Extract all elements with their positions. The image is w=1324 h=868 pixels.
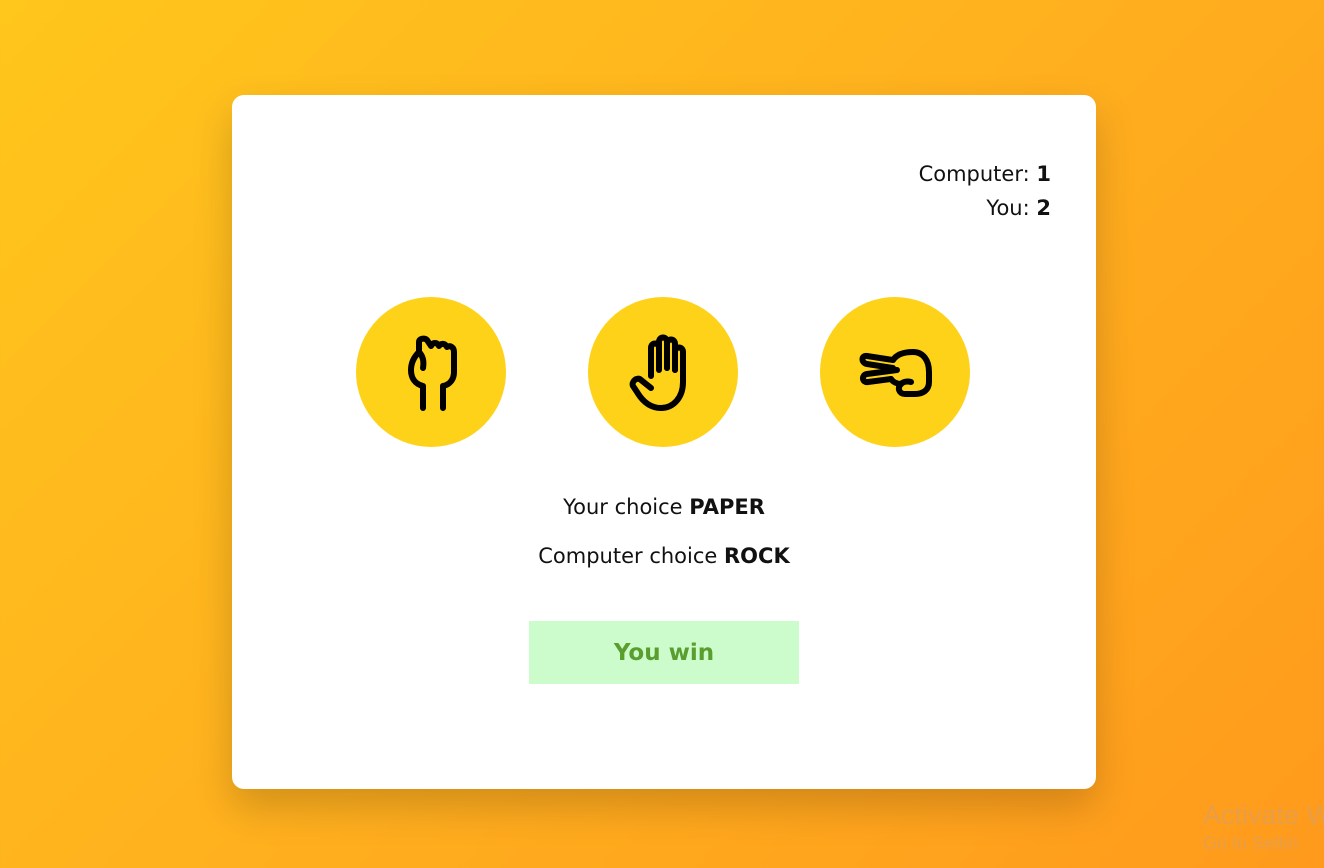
rock-button[interactable] xyxy=(356,297,506,447)
scoreboard: Computer: 1 You: 2 xyxy=(919,157,1051,225)
choice-buttons xyxy=(356,297,972,447)
scissors-hand-icon xyxy=(859,349,932,397)
outcome-banner: You win xyxy=(529,621,799,684)
you-score-value: 2 xyxy=(1036,196,1051,220)
computer-score-label: Computer: xyxy=(918,162,1030,186)
you-score-label: You: xyxy=(986,196,1030,220)
your-choice-label: Your choice xyxy=(563,495,683,519)
paper-button[interactable] xyxy=(588,297,738,447)
computer-choice-line: Computer choice ROCK xyxy=(232,544,1096,568)
computer-score-value: 1 xyxy=(1036,162,1051,186)
rock-fist-icon xyxy=(408,335,457,411)
computer-choice-label: Computer choice xyxy=(538,544,718,568)
you-score-row: You: 2 xyxy=(919,191,1051,225)
watermark-line-1: Activate W xyxy=(1203,800,1324,830)
activation-watermark: Activate W Go to Settin xyxy=(1203,800,1324,854)
computer-choice-value: ROCK xyxy=(724,544,790,568)
your-choice-line: Your choice PAPER xyxy=(232,495,1096,519)
scissors-button[interactable] xyxy=(820,297,970,447)
game-card: Computer: 1 You: 2 Your choice PAPER Com… xyxy=(232,95,1096,789)
computer-score-row: Computer: 1 xyxy=(919,157,1051,191)
paper-hand-icon xyxy=(629,334,686,411)
your-choice-value: PAPER xyxy=(689,495,765,519)
watermark-line-2: Go to Settin xyxy=(1203,833,1299,853)
